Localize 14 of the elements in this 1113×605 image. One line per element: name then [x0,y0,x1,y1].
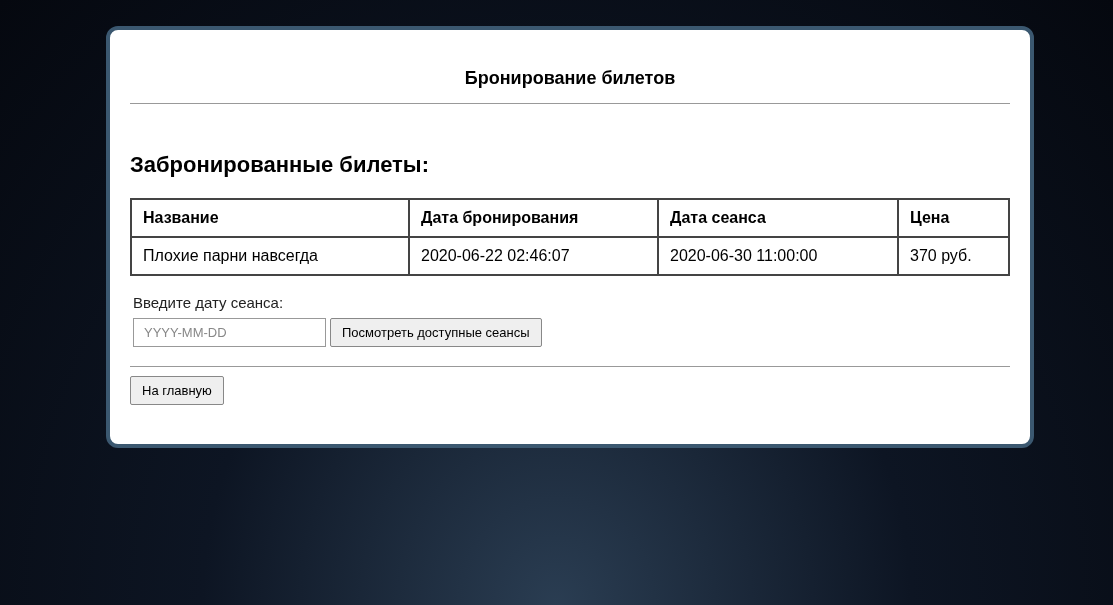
page-title: Бронирование билетов [463,67,677,90]
table-cell: 2020-06-30 11:00:00 [658,237,898,275]
table-cell: Плохие парни навсегда [131,237,409,275]
show-sessions-button[interactable]: Посмотреть доступные сеансы [330,318,542,347]
section-heading: Забронированные билеты: [130,152,430,178]
home-button[interactable]: На главную [130,376,224,405]
table-cell: 2020-06-22 02:46:07 [409,237,658,275]
field-label: Введите дату сеанса: [133,294,285,312]
column-header: Дата бронирования [409,199,658,237]
table-cell: 370 руб. [898,237,1009,275]
column-header: Цена [898,199,1009,237]
column-header: Дата сеанса [658,199,898,237]
date-input-field[interactable]: YYYY-MM-DD [133,318,326,347]
column-header: Название [131,199,409,237]
